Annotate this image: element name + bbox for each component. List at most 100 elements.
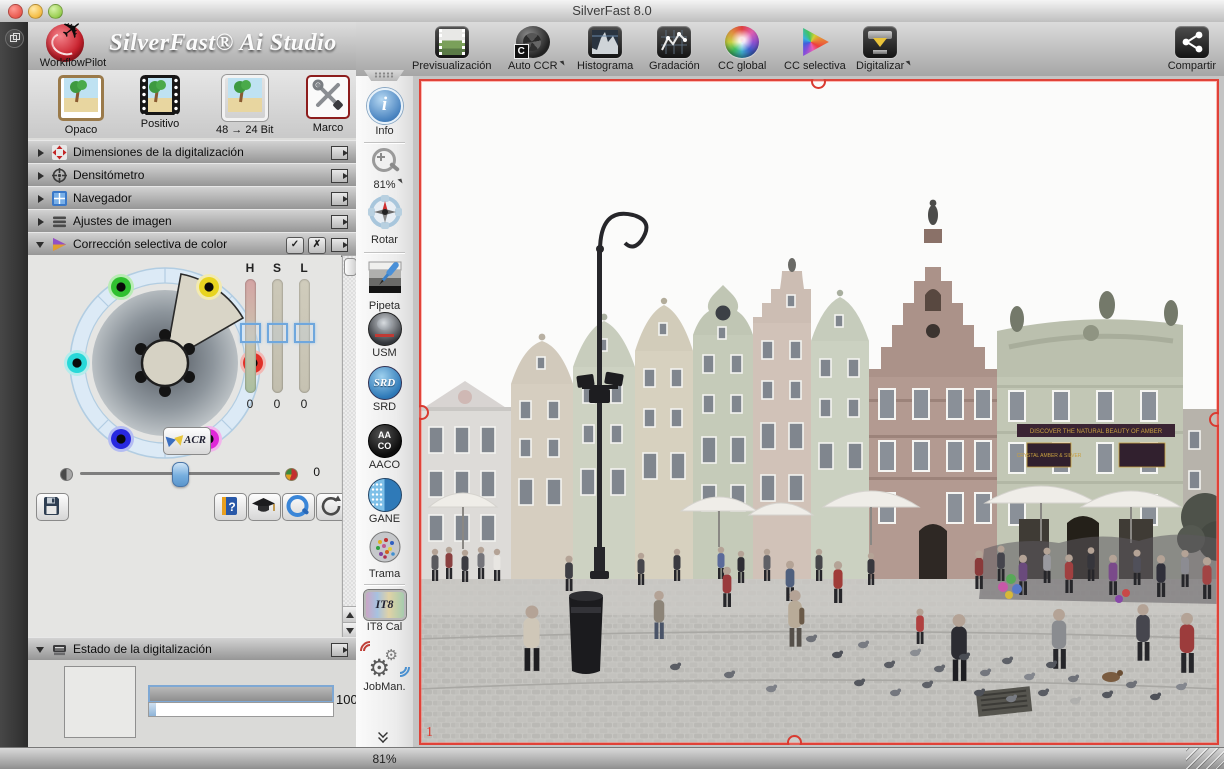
- rail-more-chevron[interactable]: [378, 728, 390, 740]
- saturate-icon: [285, 468, 298, 481]
- frame-handle-left[interactable]: [419, 405, 429, 420]
- mode-label: 48 → 24 Bit: [216, 124, 273, 136]
- acr-button[interactable]: ACR: [163, 427, 211, 455]
- apply-button[interactable]: ✓: [286, 237, 304, 254]
- mode-label: Marco: [306, 122, 350, 134]
- detach-panel-icon[interactable]: [331, 238, 348, 252]
- rail-it8-button[interactable]: IT8 IT8 Cal: [356, 590, 413, 633]
- rail-pipette-button[interactable]: Pipeta: [356, 258, 413, 312]
- preview-photo: DISCOVER THE NATURAL BEAUTY OF AMBER CRY…: [419, 79, 1219, 745]
- toolbar-label: Compartir: [1168, 60, 1216, 72]
- save-preset-button[interactable]: [36, 493, 69, 521]
- frame-handle-bottom[interactable]: [787, 735, 802, 745]
- movie-button[interactable]: [282, 493, 315, 521]
- help-button[interactable]: ?: [214, 493, 247, 521]
- toolbar-label: Histograma: [577, 60, 633, 72]
- scanner-icon: [52, 642, 67, 657]
- auto-ccr-icon: C: [516, 26, 550, 58]
- scan-frame[interactable]: 1: [419, 79, 1219, 745]
- expand-arrow-icon[interactable]: [38, 195, 44, 203]
- mode-frame-button[interactable]: Marco: [306, 75, 350, 134]
- bit-depth-icon: [222, 75, 268, 121]
- reset-button[interactable]: ✗: [308, 237, 326, 254]
- scan-mode-row: Opaco Positivo 48 → 24 Bit Marco: [28, 70, 356, 139]
- expand-arrow-icon[interactable]: [38, 218, 44, 226]
- toolbar-gradation-button[interactable]: Gradación: [649, 26, 700, 72]
- panel-densitometer[interactable]: Densitómetro: [28, 163, 356, 188]
- mode-reflective-button[interactable]: Opaco: [58, 75, 104, 136]
- toolbar-label: CC global: [718, 60, 766, 72]
- rail-usm-button[interactable]: USM: [356, 312, 413, 359]
- navigator-icon: [52, 191, 67, 206]
- frame-number: 1: [426, 725, 433, 741]
- rail-separator: [364, 142, 405, 143]
- scroll-up-button[interactable]: [343, 606, 356, 622]
- scan-status-body: 100%: [28, 660, 356, 746]
- slider-handle[interactable]: [172, 462, 189, 487]
- toolbar-cc-global-button[interactable]: CC global: [718, 26, 766, 72]
- main-toolbar: Previsualización C Auto CCR Histograma G…: [356, 22, 1224, 77]
- share-button[interactable]: Compartir: [1168, 26, 1216, 72]
- rail-collapse-tab[interactable]: [364, 70, 404, 81]
- rail-trama-button[interactable]: Trama: [356, 530, 413, 580]
- mode-positive-button[interactable]: Positivo: [140, 75, 180, 130]
- toolbar-label: Auto CCR: [508, 60, 558, 72]
- frame-handle-right[interactable]: [1209, 412, 1219, 427]
- dock-strip: [0, 22, 28, 769]
- collapse-arrow-icon[interactable]: [36, 647, 44, 653]
- pipette-icon: [366, 258, 404, 296]
- detach-panel-icon[interactable]: [331, 215, 348, 229]
- toolbar-prescan-button[interactable]: Previsualización: [412, 26, 491, 72]
- expand-arrow-icon[interactable]: [38, 149, 44, 157]
- gradation-icon: [657, 26, 691, 58]
- rail-rotate-button[interactable]: Rotar: [356, 194, 413, 246]
- collapse-arrow-icon[interactable]: [36, 242, 44, 248]
- toolbar-label: Previsualización: [412, 60, 491, 72]
- scroll-down-button[interactable]: [343, 622, 356, 638]
- rail-aaco-button[interactable]: AACO AACO: [356, 424, 413, 471]
- rail-jobmanager-button[interactable]: ⚙⚙ JobMan.: [356, 644, 413, 693]
- tutorial-button[interactable]: [248, 493, 281, 521]
- rail-info-button[interactable]: i Info: [356, 88, 413, 137]
- status-bar: 81%: [0, 747, 1224, 769]
- luminance-slider-handle[interactable]: [294, 323, 315, 343]
- share-icon: [1175, 26, 1209, 58]
- rail-zoom-button[interactable]: 81%: [356, 148, 413, 191]
- detach-panel-icon[interactable]: [331, 169, 348, 183]
- resize-grip[interactable]: [1184, 748, 1224, 769]
- cascade-windows-icon: [10, 35, 17, 42]
- panel-scan-status[interactable]: Estado de la digitalización: [28, 637, 356, 662]
- hue-slider-handle[interactable]: [240, 323, 261, 343]
- frame-handle-top[interactable]: [811, 79, 826, 89]
- toolbar-auto-ccr-button[interactable]: C Auto CCR: [508, 26, 558, 72]
- toolbar-histogram-button[interactable]: Histograma: [577, 26, 633, 72]
- saturation-slider-handle[interactable]: [267, 323, 288, 343]
- rail-gane-button[interactable]: GANE: [356, 478, 413, 525]
- rail-label: Trama: [356, 568, 413, 580]
- expand-arrow-icon[interactable]: [38, 172, 44, 180]
- toolbar-cc-selective-button[interactable]: CC selectiva: [784, 26, 846, 72]
- panel-title: Densitómetro: [73, 168, 144, 182]
- panel-image-settings[interactable]: Ajustes de imagen: [28, 209, 356, 234]
- luminance-value: 0: [294, 397, 314, 411]
- rail-label: AACO: [356, 459, 413, 471]
- float-panels-button[interactable]: [5, 29, 24, 48]
- info-icon: i: [367, 88, 403, 124]
- panel-scan-dimensions[interactable]: Dimensiones de la digitalización: [28, 140, 356, 165]
- panel-navigator[interactable]: Navegador: [28, 186, 356, 211]
- mode-bitdepth-button[interactable]: 48 → 24 Bit: [216, 75, 273, 136]
- hue-value: 0: [240, 397, 260, 411]
- workflow-pilot-label: WorkflowPilot: [28, 57, 118, 69]
- detach-panel-icon[interactable]: [331, 192, 348, 206]
- panel-selective-color[interactable]: Corrección selectiva de color ✓ ✗: [28, 232, 356, 257]
- rail-srd-button[interactable]: SRD SRD: [356, 366, 413, 413]
- toolbar-scan-button[interactable]: Digitalizar: [856, 26, 904, 72]
- silverfast-window: SilverFast 8.0 ✈ WorkflowPilot SilverFas…: [0, 0, 1224, 769]
- branding-header: ✈ WorkflowPilot SilverFast® Ai Studio: [28, 22, 357, 71]
- rail-label: USM: [356, 347, 413, 359]
- scan-icon: [863, 26, 897, 58]
- detach-panel-icon[interactable]: [331, 146, 348, 160]
- aaco-glyph-bottom: CO: [369, 441, 401, 452]
- scan-progress-bar: [148, 685, 334, 703]
- detach-panel-icon[interactable]: [331, 643, 348, 657]
